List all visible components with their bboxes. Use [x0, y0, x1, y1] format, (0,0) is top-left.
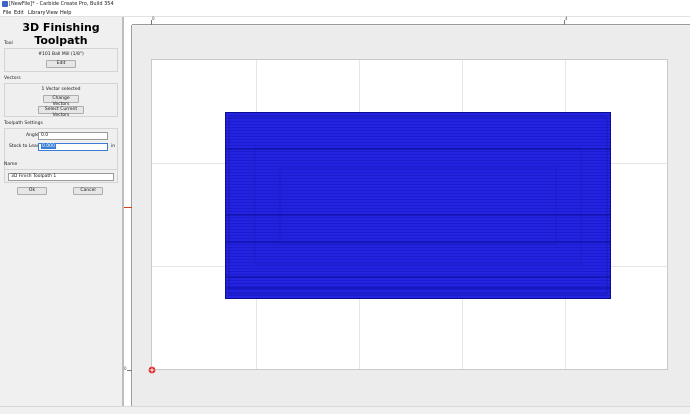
window-title: [NewFile]* - Carbide Create Pro, Build 3… [9, 1, 114, 7]
angle-input[interactable]: 0.0 [38, 132, 108, 140]
ruler-cursor-marker [124, 207, 132, 208]
select-current-vectors-button[interactable]: Select Current Vectors [38, 106, 84, 118]
status-bar [0, 406, 690, 414]
ruler-corner [124, 17, 132, 25]
name-group: 3D Finish Toolpath 1 [4, 169, 118, 183]
ruler-left-tick [127, 370, 132, 371]
menu-edit[interactable]: Edit [14, 9, 24, 17]
toolpath-panel: 3D Finishing Toolpath Tool #101 Ball Mil… [0, 17, 122, 406]
toolpath-name-input[interactable]: 3D Finish Toolpath 1 [8, 173, 114, 181]
stock-to-leave-input[interactable]: 0.000 [38, 143, 108, 151]
settings-section-label: Toolpath Settings [4, 121, 43, 126]
vectors-group: 1 Vector selected Change Vectors Select … [4, 83, 118, 118]
settings-group: Angle 0.0 Stock to Leave 0.000 in [4, 128, 118, 171]
toolpath-preview[interactable] [225, 112, 611, 299]
change-vectors-button[interactable]: Change Vectors [43, 95, 79, 107]
ruler-top: 0 4 [124, 16, 690, 25]
menu-library[interactable]: Library [28, 9, 45, 17]
tool-section-label: Tool [4, 41, 13, 46]
menu-help[interactable]: Help [60, 9, 71, 17]
tool-name: #101 Ball Mill (1/8") [38, 52, 84, 57]
ok-button[interactable]: Ok [17, 187, 47, 195]
menu-file[interactable]: File [3, 9, 11, 17]
vector-selection-status: 1 Vector selected [41, 87, 81, 92]
stock-unit-label: in [111, 144, 116, 149]
panel-title: 3D Finishing Toolpath [22, 21, 100, 47]
angle-label: Angle [26, 133, 39, 138]
menu-bar: File Edit Library View Help [0, 9, 690, 17]
app-window: [NewFile]* - Carbide Create Pro, Build 3… [0, 0, 690, 414]
ruler-top-label-0: 0 [152, 16, 155, 21]
edit-tool-button[interactable]: Edit [46, 60, 76, 68]
origin-icon [148, 366, 156, 374]
cancel-button[interactable]: Cancel [73, 187, 103, 195]
tool-group: #101 Ball Mill (1/8") Edit [4, 48, 118, 72]
ruler-top-label-4: 4 [565, 16, 568, 21]
menu-view[interactable]: View [46, 9, 58, 17]
vectors-section-label: Vectors [4, 76, 21, 81]
title-bar: [NewFile]* - Carbide Create Pro, Build 3… [0, 0, 690, 9]
ruler-left: 0 [124, 25, 132, 406]
toolpath-scanlines [225, 112, 611, 299]
app-logo-icon [2, 1, 8, 7]
name-section-label: Name [4, 162, 18, 167]
ruler-left-label-0: 0 [124, 366, 127, 371]
stock-to-leave-value: 0.000 [41, 144, 56, 149]
